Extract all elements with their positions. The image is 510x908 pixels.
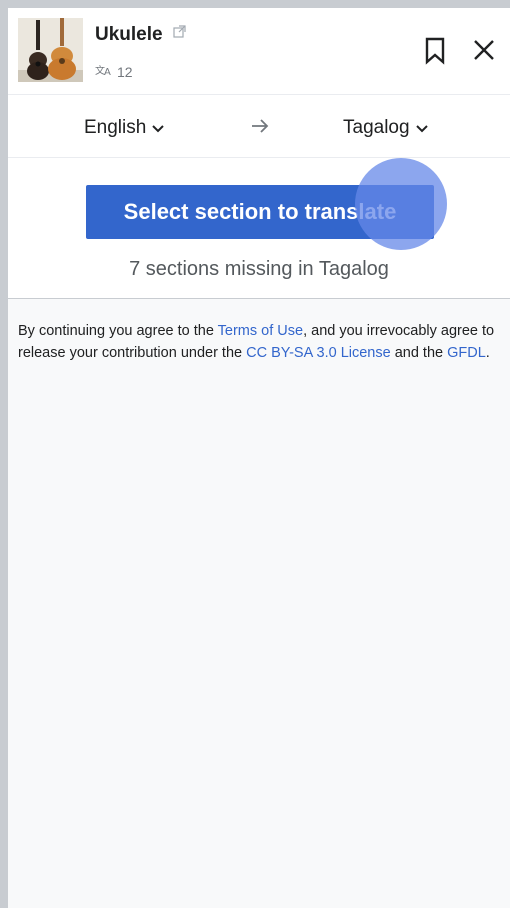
article-thumbnail	[18, 18, 83, 82]
source-language-selector[interactable]: English	[84, 117, 165, 139]
translation-panel: Ukulele 文 A 12 English Tagalog Select se…	[8, 8, 510, 908]
cc-license-link[interactable]: CC BY-SA 3.0 License	[246, 345, 391, 361]
article-header: Ukulele 文 A 12	[8, 8, 510, 95]
external-link-icon[interactable]	[173, 25, 186, 43]
terms-of-use-link[interactable]: Terms of Use	[218, 323, 303, 339]
target-language-selector[interactable]: Tagalog	[343, 117, 428, 139]
legal-notice: By continuing you agree to the Terms of …	[18, 320, 498, 364]
svg-text:A: A	[104, 67, 111, 77]
chevron-down-icon	[152, 117, 165, 139]
target-language-label: Tagalog	[343, 117, 410, 138]
source-language-label: English	[84, 117, 147, 138]
select-section-button[interactable]: Select section to translate	[86, 185, 434, 239]
bookmark-icon[interactable]	[424, 37, 446, 65]
translate-icon: 文 A	[95, 63, 113, 80]
article-title[interactable]: Ukulele	[95, 24, 163, 45]
chevron-down-icon	[415, 117, 428, 139]
missing-sections-text: 7 sections missing in Tagalog	[129, 258, 389, 280]
close-icon[interactable]	[472, 38, 496, 62]
arrow-right-icon	[250, 118, 270, 139]
article-title-group: Ukulele	[95, 24, 186, 46]
legal-text: .	[485, 345, 490, 361]
legal-text: By continuing you agree to the	[18, 323, 218, 339]
language-count: 文 A 12	[95, 63, 133, 80]
language-count-value: 12	[117, 63, 133, 80]
language-selector-bar: English Tagalog	[8, 95, 510, 158]
legal-text: and the	[390, 345, 448, 361]
translation-action-area: Select section to translate 7 sections m…	[8, 158, 510, 299]
gfdl-link[interactable]: GFDL	[447, 345, 486, 361]
